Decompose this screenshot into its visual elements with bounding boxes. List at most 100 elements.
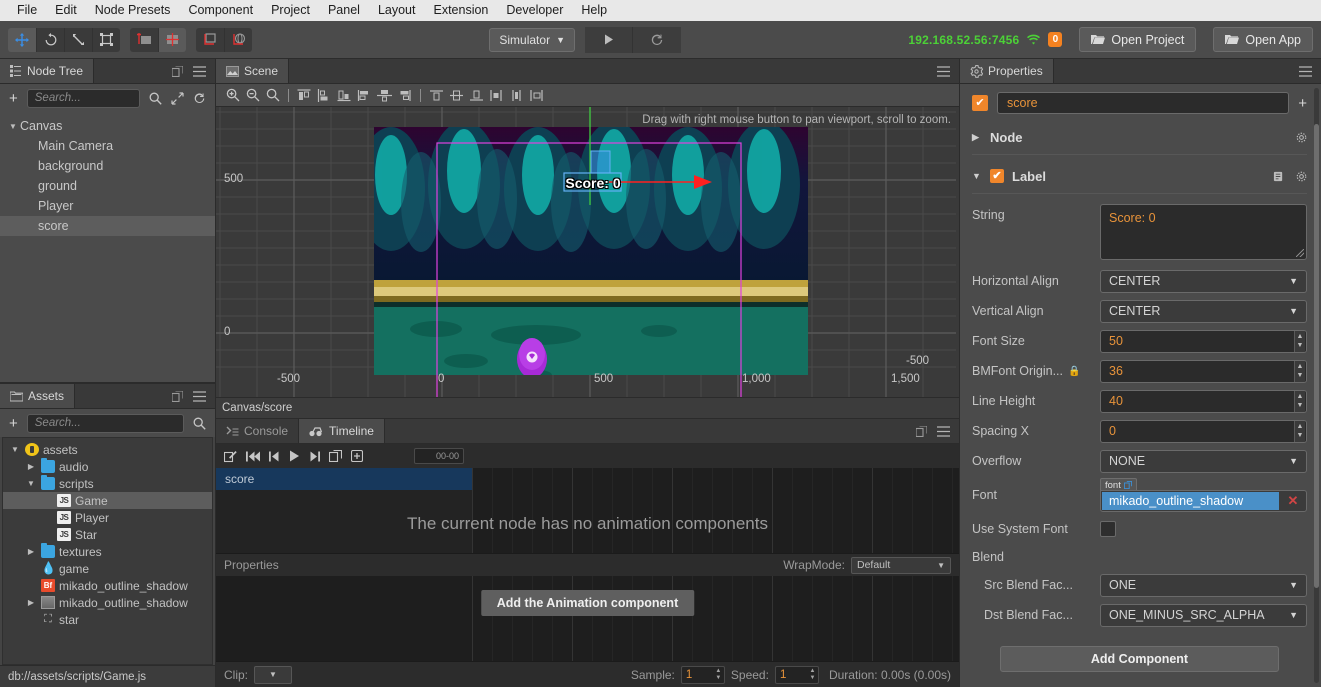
src-blend-select[interactable]: ONE ▼ <box>1100 574 1307 597</box>
bmfont-input[interactable]: 36 ▲▼ <box>1100 360 1307 383</box>
center-toggle[interactable] <box>158 28 186 52</box>
open-external-icon[interactable] <box>329 450 342 462</box>
node-tree-item-main-camera[interactable]: Main Camera <box>0 136 215 156</box>
tab-console[interactable]: Console <box>216 419 299 443</box>
tab-assets[interactable]: Assets <box>0 384 75 408</box>
jump-start-icon[interactable] <box>246 451 260 462</box>
section-node-header[interactable]: ▶ Node <box>972 126 1307 148</box>
node-tree-list[interactable]: ▼CanvasMain CamerabackgroundgroundPlayer… <box>0 112 215 382</box>
tab-properties[interactable]: Properties <box>960 59 1054 83</box>
distribute-top-icon[interactable] <box>488 87 505 104</box>
use-system-font-checkbox[interactable] <box>1100 521 1116 537</box>
timeline-track-area[interactable] <box>472 468 959 553</box>
distribute-horizontal-center-icon[interactable] <box>448 87 465 104</box>
asset-item-player[interactable]: JSPlayer <box>3 509 212 526</box>
zoom-reset-icon[interactable] <box>264 87 281 104</box>
zoom-out-icon[interactable] <box>244 87 261 104</box>
chevron-down-icon[interactable]: ▼ <box>9 445 21 454</box>
line-height-input[interactable]: 40 ▲▼ <box>1100 390 1307 413</box>
add-asset-button[interactable]: + <box>9 416 18 431</box>
node-tree-item-canvas[interactable]: ▼Canvas <box>0 116 215 136</box>
menu-item-panel[interactable]: Panel <box>319 0 369 21</box>
asset-item-game[interactable]: JSGame <box>3 492 212 509</box>
node-enabled-checkbox[interactable] <box>972 95 988 111</box>
font-asset-box[interactable]: mikado_outline_shadow ✕ <box>1100 490 1307 512</box>
panel-menu-icon[interactable] <box>193 391 206 402</box>
open-project-button[interactable]: Open Project <box>1079 27 1196 52</box>
properties-scrollbar[interactable] <box>1314 88 1319 683</box>
asset-item-star[interactable]: JSStar <box>3 526 212 543</box>
node-search-input[interactable]: Search... <box>27 89 140 108</box>
panel-menu-icon[interactable] <box>937 426 950 437</box>
tab-timeline[interactable]: Timeline <box>299 419 385 443</box>
bmfont-stepper[interactable]: ▲▼ <box>1294 361 1305 382</box>
sample-stepper[interactable]: ▲▼ <box>714 667 723 683</box>
menu-item-layout[interactable]: Layout <box>369 0 425 21</box>
distribute-bottom-icon[interactable] <box>528 87 545 104</box>
edit-mode-icon[interactable] <box>224 450 237 463</box>
chevron-right-icon[interactable]: ▶ <box>25 547 37 556</box>
panel-menu-icon[interactable] <box>193 66 206 77</box>
menu-item-project[interactable]: Project <box>262 0 319 21</box>
chevron-right-icon[interactable]: ▶ <box>25 462 37 471</box>
tab-node-tree[interactable]: Node Tree <box>0 59 94 83</box>
rect-transform-tool[interactable] <box>92 28 120 52</box>
distribute-left-icon[interactable] <box>428 87 445 104</box>
open-app-button[interactable]: Open App <box>1213 27 1313 52</box>
add-component-button[interactable]: Add Component <box>1000 646 1279 672</box>
chevron-down-icon[interactable]: ▼ <box>6 122 20 131</box>
move-tool[interactable] <box>8 28 36 52</box>
search-icon[interactable] <box>149 92 162 105</box>
tab-scene[interactable]: Scene <box>216 59 289 83</box>
horizontal-align-select[interactable]: CENTER ▼ <box>1100 270 1307 293</box>
popout-icon[interactable] <box>916 426 927 437</box>
asset-item-game[interactable]: 💧game <box>3 560 212 577</box>
align-right-icon[interactable] <box>336 87 353 104</box>
speed-stepper[interactable]: ▲▼ <box>808 667 817 683</box>
device-select[interactable]: Simulator ▼ <box>489 28 575 52</box>
align-left-icon[interactable] <box>296 87 313 104</box>
next-frame-icon[interactable] <box>309 451 320 462</box>
timeline-track-score[interactable]: score <box>216 468 472 490</box>
pivot-toggle[interactable] <box>130 28 158 52</box>
panel-menu-icon[interactable] <box>937 66 950 77</box>
asset-item-assets[interactable]: ▼assets <box>3 441 212 458</box>
node-tree-item-ground[interactable]: ground <box>0 176 215 196</box>
clear-font-icon[interactable]: ✕ <box>1280 493 1306 509</box>
refresh-tree-icon[interactable] <box>193 92 206 105</box>
add-animation-component-button[interactable]: Add the Animation component <box>481 590 694 616</box>
menu-item-file[interactable]: File <box>8 0 46 21</box>
spacing-x-stepper[interactable]: ▲▼ <box>1294 421 1305 442</box>
font-size-stepper[interactable]: ▲▼ <box>1294 331 1305 352</box>
add-keyframe-icon[interactable] <box>351 450 363 462</box>
node-name-input[interactable]: score <box>997 92 1289 114</box>
assets-search-input[interactable]: Search... <box>27 414 184 433</box>
menu-item-node-presets[interactable]: Node Presets <box>86 0 180 21</box>
line-height-stepper[interactable]: ▲▼ <box>1294 391 1305 412</box>
assets-list[interactable]: ▼assets▶audio▼scriptsJSGameJSPlayerJSSta… <box>2 437 213 665</box>
clip-select[interactable]: ▼ <box>254 666 292 684</box>
wrapmode-select[interactable]: Default ▼ <box>851 557 951 574</box>
asset-item-textures[interactable]: ▶textures <box>3 543 212 560</box>
spacing-x-input[interactable]: 0 ▲▼ <box>1100 420 1307 443</box>
distribute-right-icon[interactable] <box>468 87 485 104</box>
menu-item-component[interactable]: Component <box>179 0 262 21</box>
add-property-button[interactable]: + <box>1298 96 1307 111</box>
add-node-button[interactable]: + <box>9 91 18 106</box>
chevron-down-icon[interactable]: ▼ <box>25 479 37 488</box>
asset-item-scripts[interactable]: ▼scripts <box>3 475 212 492</box>
gear-icon[interactable] <box>1296 132 1307 143</box>
asset-item-audio[interactable]: ▶audio <box>3 458 212 475</box>
asset-item-mikado-outline-shadow[interactable]: Bfmikado_outline_shadow <box>3 577 212 594</box>
chevron-right-icon[interactable]: ▶ <box>25 598 37 607</box>
node-tree-item-score[interactable]: score <box>0 216 215 236</box>
refresh-button[interactable] <box>633 27 681 53</box>
align-bottom-icon[interactable] <box>396 87 413 104</box>
node-tree-item-player[interactable]: Player <box>0 196 215 216</box>
search-icon[interactable] <box>193 417 206 430</box>
align-top-icon[interactable] <box>356 87 373 104</box>
string-textarea[interactable]: Score: 0 <box>1100 204 1307 260</box>
dst-blend-select[interactable]: ONE_MINUS_SRC_ALPHA ▼ <box>1100 604 1307 627</box>
help-doc-icon[interactable] <box>1273 171 1284 182</box>
menu-item-help[interactable]: Help <box>572 0 616 21</box>
